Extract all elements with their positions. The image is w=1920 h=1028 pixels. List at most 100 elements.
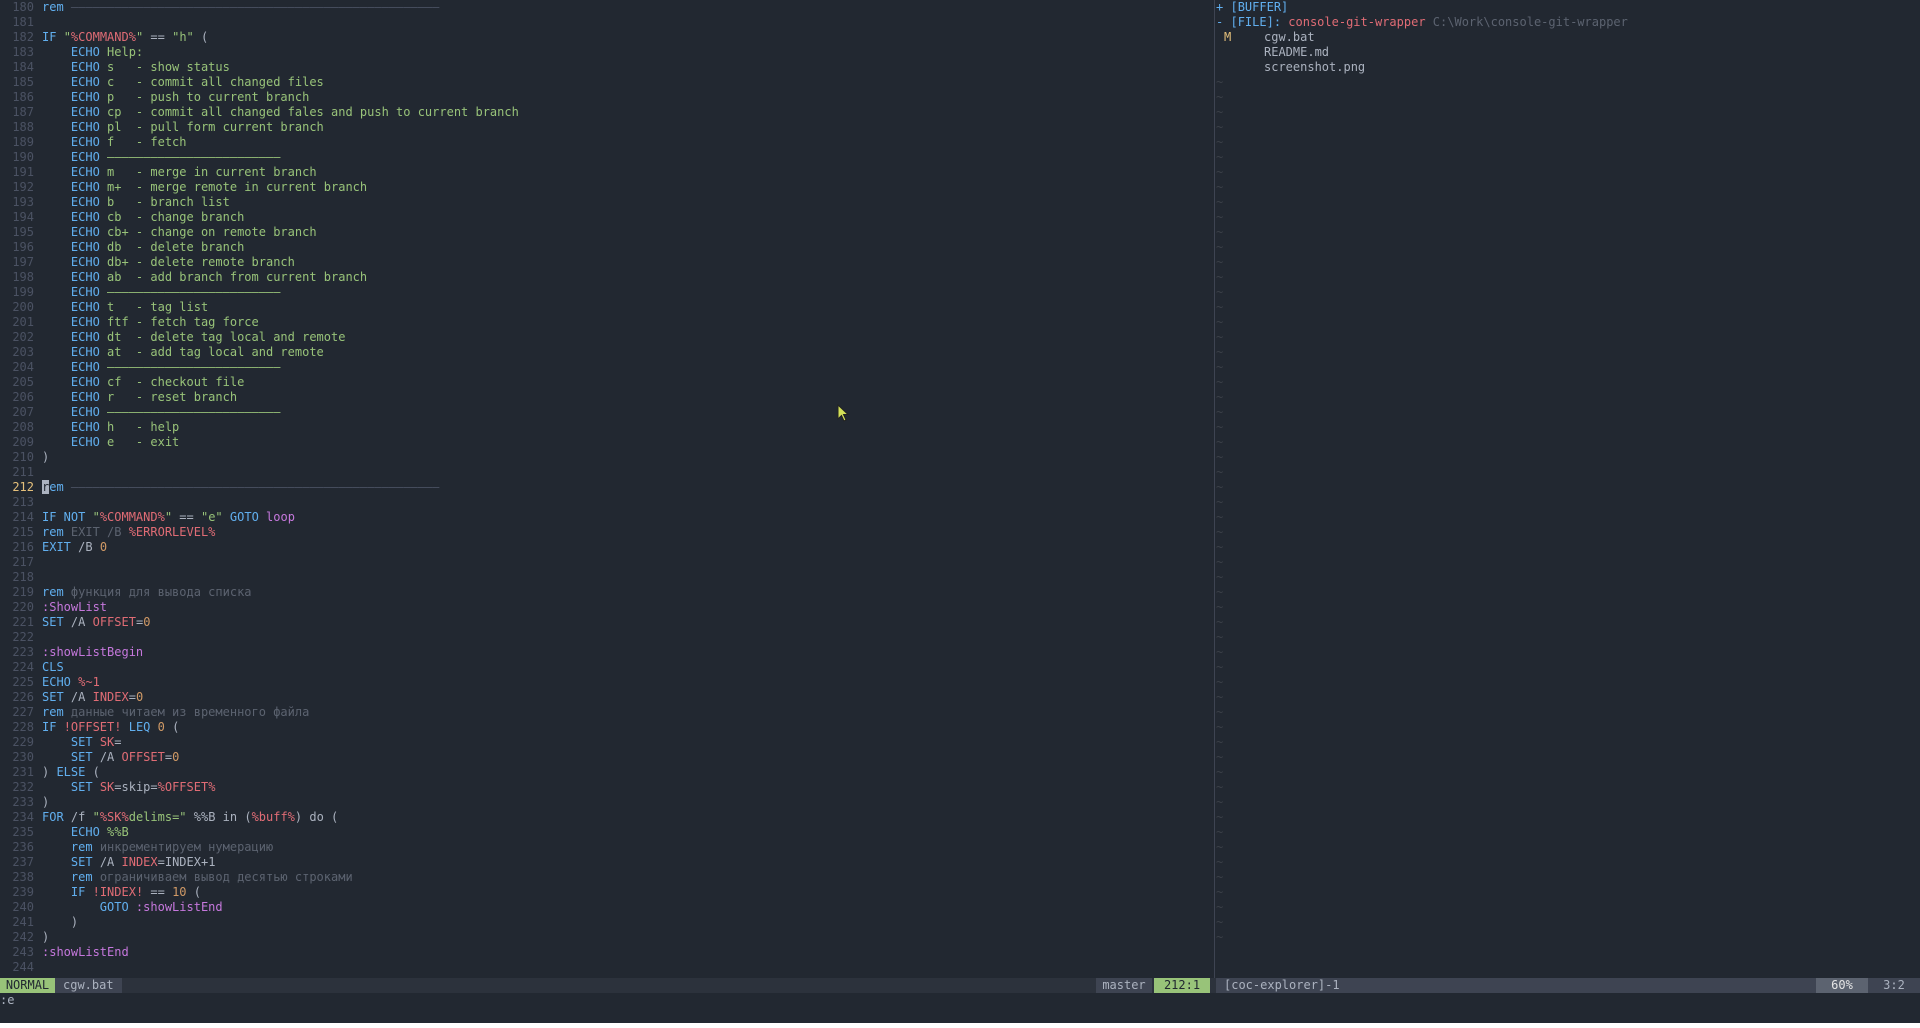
code-token: ———————————————————————— — [107, 360, 281, 374]
code-line[interactable]: 235 ECHO %%B — [0, 825, 1214, 840]
code-line[interactable]: 205 ECHO cf - checkout file — [0, 375, 1214, 390]
code-line[interactable]: 223:showListBegin — [0, 645, 1214, 660]
code-line[interactable]: 215 rem EXIT /B %ERRORLEVEL% — [0, 525, 1214, 540]
explorer-file-item[interactable]: Mcgw.bat — [1216, 30, 1920, 45]
explorer-file-root-row[interactable]: - [FILE]: console-git-wrapper C:\Work\co… — [1216, 15, 1920, 30]
empty-line-marker: ~ — [1216, 795, 1224, 809]
code-line[interactable]: 185 ECHO c - commit all changed files — [0, 75, 1214, 90]
code-line[interactable]: 243:showListEnd — [0, 945, 1214, 960]
code-token: ECHO — [70, 75, 108, 89]
file-explorer-pane[interactable]: + [BUFFER] - [FILE]: console-git-wrapper… — [1216, 0, 1920, 978]
code-line[interactable]: 191 ECHO m - merge in current branch — [0, 165, 1214, 180]
code-line[interactable]: 184 ECHO s - show status — [0, 60, 1214, 75]
code-line[interactable]: 233) — [0, 795, 1214, 810]
code-token: EXIT /B — [70, 525, 129, 539]
line-number: 221 — [12, 615, 34, 629]
code-token: 0 — [172, 750, 180, 764]
code-line[interactable]: 198 ECHO ab - add branch from current br… — [0, 270, 1214, 285]
code-line[interactable]: 222 — [0, 630, 1214, 645]
code-line[interactable]: 229 SET SK= — [0, 735, 1214, 750]
code-line[interactable]: 180 rem —————————————————————————————————… — [0, 0, 1214, 15]
code-line[interactable]: 201 ECHO ftf - fetch tag force — [0, 315, 1214, 330]
code-line[interactable]: 190 ECHO ———————————————————————— — [0, 150, 1214, 165]
explorer-file-item[interactable]: README.md — [1216, 45, 1920, 60]
code-line[interactable]: 207 ECHO ———————————————————————— — [0, 405, 1214, 420]
code-line[interactable]: 228 IF !OFFSET! LEQ 0 ( — [0, 720, 1214, 735]
code-line[interactable]: 202 ECHO dt - delete tag local and remot… — [0, 330, 1214, 345]
code-line[interactable]: 183 ECHO Help: — [0, 45, 1214, 60]
code-line[interactable]: 206 ECHO r - reset branch — [0, 390, 1214, 405]
code-line[interactable]: 238 rem ограничиваем вывод десятью строк… — [0, 870, 1214, 885]
code-line[interactable]: 239 IF !INDEX! == 10 ( — [0, 885, 1214, 900]
code-line[interactable]: 242) — [0, 930, 1214, 945]
root-folder-name: console-git-wrapper — [1288, 15, 1426, 29]
code-line[interactable]: 193 ECHO b - branch list — [0, 195, 1214, 210]
code-line[interactable]: 192 ECHO m+ - merge remote in current br… — [0, 180, 1214, 195]
code-line[interactable]: 213 — [0, 495, 1214, 510]
code-line[interactable]: 204 ECHO ———————————————————————— — [0, 360, 1214, 375]
code-line[interactable]: 194 ECHO cb - change branch — [0, 210, 1214, 225]
code-line[interactable]: 231) ELSE ( — [0, 765, 1214, 780]
command-line[interactable]: :e — [0, 993, 1920, 1008]
code-line[interactable]: 218 — [0, 570, 1214, 585]
code-line[interactable]: 244 — [0, 960, 1214, 975]
explorer-file-item[interactable]: screenshot.png — [1216, 60, 1920, 75]
code-line[interactable]: 203 ECHO at - add tag local and remote — [0, 345, 1214, 360]
code-line[interactable]: 212 rem —————————————————————————————————… — [0, 480, 1214, 495]
code-line[interactable]: 230 SET /A OFFSET=0 — [0, 750, 1214, 765]
editor-pane[interactable]: 180 rem —————————————————————————————————… — [0, 0, 1214, 978]
code-line[interactable]: 216 EXIT /B 0 — [0, 540, 1214, 555]
code-line[interactable]: 182 IF "%COMMAND%" == "h" ( — [0, 30, 1214, 45]
line-number: 244 — [12, 960, 34, 974]
code-line[interactable]: 225 ECHO %~1 — [0, 675, 1214, 690]
line-number: 240 — [12, 900, 34, 914]
code-line[interactable]: 200 ECHO t - tag list — [0, 300, 1214, 315]
code-line[interactable]: 227 rem данные читаем из временного файла — [0, 705, 1214, 720]
code-line[interactable]: 197 ECHO db+ - delete remote branch — [0, 255, 1214, 270]
code-line[interactable]: 208 ECHO h - help — [0, 420, 1214, 435]
code-line[interactable]: 195 ECHO cb+ - change on remote branch — [0, 225, 1214, 240]
code-line[interactable]: 196 ECHO db - delete branch — [0, 240, 1214, 255]
code-line[interactable]: 226 SET /A INDEX=0 — [0, 690, 1214, 705]
code-token: !INDEX! — [92, 885, 144, 899]
code-line[interactable]: 236 rem инкрементируем нумерацию — [0, 840, 1214, 855]
code-line[interactable]: 211 — [0, 465, 1214, 480]
empty-line-marker: ~ — [1216, 420, 1224, 434]
line-number: 207 — [12, 405, 34, 419]
code-line[interactable]: 219 rem функция для вывода списка — [0, 585, 1214, 600]
line-number: 186 — [12, 90, 34, 104]
explorer-buffer-row[interactable]: + [BUFFER] — [1216, 0, 1920, 15]
empty-line-marker: ~ — [1216, 645, 1224, 659]
code-line[interactable]: 199 ECHO ———————————————————————— — [0, 285, 1214, 300]
status-line: NORMAL cgw.bat master 212:1 [coc-explore… — [0, 978, 1920, 993]
code-line[interactable]: 237 SET /A INDEX=INDEX+1 — [0, 855, 1214, 870]
code-line[interactable]: 186 ECHO p - push to current branch — [0, 90, 1214, 105]
vertical-split-divider[interactable] — [1214, 0, 1215, 978]
code-line[interactable]: 217 — [0, 555, 1214, 570]
code-line[interactable]: 232 SET SK=skip=%OFFSET% — [0, 780, 1214, 795]
code-line[interactable]: 234 FOR /f "%SK%delims=" %%B in (%buff%) … — [0, 810, 1214, 825]
code-line[interactable]: 220:ShowList — [0, 600, 1214, 615]
empty-line-marker: ~ — [1216, 435, 1224, 449]
empty-line-marker: ~ — [1216, 765, 1224, 779]
code-token: IF — [42, 30, 64, 44]
line-number: 187 — [12, 105, 34, 119]
code-line[interactable]: 187 ECHO cp - commit all changed fales a… — [0, 105, 1214, 120]
code-line[interactable]: 240 GOTO :showListEnd — [0, 900, 1214, 915]
code-token: cb - change branch — [107, 210, 245, 224]
code-line[interactable]: 224 CLS — [0, 660, 1214, 675]
code-line[interactable]: 210) — [0, 450, 1214, 465]
code-line[interactable]: 209 ECHO e - exit — [0, 435, 1214, 450]
code-line[interactable]: 188 ECHO pl - pull form current branch — [0, 120, 1214, 135]
explorer-cursor-position: 3:2 — [1868, 978, 1920, 993]
code-line[interactable]: 214 IF NOT "%COMMAND%" == "e" GOTO loop — [0, 510, 1214, 525]
code-line[interactable]: 189 ECHO f - fetch — [0, 135, 1214, 150]
line-number: 237 — [12, 855, 34, 869]
code-token: 0 — [99, 540, 108, 554]
code-line[interactable]: 221 SET /A OFFSET=0 — [0, 615, 1214, 630]
code-line[interactable]: 181 — [0, 15, 1214, 30]
code-line[interactable]: 241 ) — [0, 915, 1214, 930]
line-number: 231 — [12, 765, 34, 779]
